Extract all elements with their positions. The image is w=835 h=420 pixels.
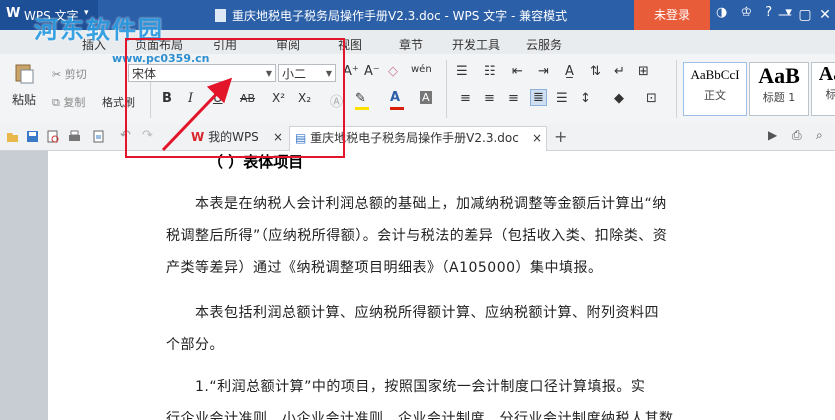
search-icon[interactable]: ⌕ xyxy=(816,128,829,142)
minimize-icon[interactable]: — xyxy=(775,0,795,30)
bullets-icon[interactable]: ☰ xyxy=(456,64,468,79)
separator xyxy=(676,60,677,118)
paragraph-line: 本表是在纳税人会计利润总额的基础上，加减纳税调整等金额后计算出“纳 xyxy=(166,196,667,212)
style-label: 正文 xyxy=(704,89,726,102)
style-sample: AaBbCcI xyxy=(690,67,740,82)
align-left-icon[interactable]: ≡ xyxy=(460,91,471,106)
chinese-layout-icon[interactable]: A̲ xyxy=(565,64,574,79)
paragraph-line: 个部分。 xyxy=(166,337,224,353)
style-sample: Aa xyxy=(818,63,835,85)
style-heading-2[interactable]: Aa 标 xyxy=(811,62,835,116)
menu-developer[interactable]: 开发工具 xyxy=(452,36,500,53)
scissors-icon: ✂ xyxy=(52,68,65,81)
paste-button[interactable]: 粘贴 xyxy=(6,62,42,108)
copy-icon: ⧉ xyxy=(52,96,64,109)
paste-icon xyxy=(15,64,34,84)
wps-logo-icon: W xyxy=(6,6,21,21)
table-icon[interactable]: ⊞ xyxy=(638,64,649,79)
highlight-color-bar xyxy=(355,107,369,110)
separator xyxy=(446,60,447,118)
export-pdf-icon[interactable] xyxy=(92,130,105,143)
paragraph-line: 本表包括利润总额计算、应纳税所得额计算、应纳税额计算、附列资料四 xyxy=(166,305,659,321)
paragraph-1: 本表是在纳税人会计利润总额的基础上，加减纳税调整等金额后计算出“纳 税调整后所得… xyxy=(166,188,736,284)
close-icon[interactable]: ✕ xyxy=(815,0,835,30)
shrink-font-icon[interactable]: A⁻ xyxy=(364,64,380,79)
wps-writer-window: W WPS 文字 ▾ 重庆地税电子税务局操作手册V2.3.doc - WPS 文… xyxy=(0,0,835,420)
distribute-icon[interactable]: ☰ xyxy=(556,91,568,106)
char-shading-button[interactable]: A xyxy=(420,91,432,104)
font-color-bar xyxy=(390,107,404,110)
paragraph-shading-icon[interactable]: ◆ xyxy=(614,91,624,106)
line-spacing-icon[interactable]: ↕ xyxy=(580,91,591,106)
login-button[interactable]: 未登录 xyxy=(634,0,710,30)
grow-font-icon[interactable]: A⁺ xyxy=(343,64,359,79)
numbering-icon[interactable]: ☷ xyxy=(484,64,496,79)
phonetic-guide-icon[interactable]: wén xyxy=(411,64,432,75)
style-heading-1[interactable]: AaB 标题 1 xyxy=(749,62,809,116)
highlight-button[interactable]: ✎ xyxy=(355,91,369,110)
document-map-icon[interactable]: ▶ xyxy=(768,128,781,142)
style-normal[interactable]: AaBbCcI 正文 xyxy=(683,62,747,116)
paragraph-line: 行企业会计准则、小企业会计准则、企业会计制度、分行业会计制度纳税人其数 xyxy=(166,411,674,420)
annotation-highlight-box xyxy=(125,38,345,158)
save-icon[interactable] xyxy=(26,130,39,143)
new-tab-button[interactable]: + xyxy=(554,126,567,150)
style-label: 标题 1 xyxy=(762,91,796,104)
print-preview-icon[interactable] xyxy=(46,130,59,143)
shirt-icon[interactable]: ♔ xyxy=(740,5,752,20)
print-icon[interactable] xyxy=(68,130,81,143)
menu-chapter[interactable]: 章节 xyxy=(399,36,423,53)
window-title-text: 重庆地税电子税务局操作手册V2.3.doc - WPS 文字 - 兼容模式 xyxy=(232,9,568,23)
paragraph-2: 本表包括利润总额计算、应纳税所得额计算、应纳税额计算、附列资料四 个部分。 xyxy=(166,297,736,361)
font-color-button[interactable]: A xyxy=(390,90,404,110)
share-icon[interactable]: ⎙ xyxy=(792,128,805,142)
copy-button[interactable]: ⧉ 复制 xyxy=(52,94,85,110)
align-center-icon[interactable]: ≡ xyxy=(484,91,495,106)
document-icon xyxy=(215,9,226,22)
highlighter-icon: ✎ xyxy=(355,91,366,106)
sort-icon[interactable]: ⇅ xyxy=(590,64,601,79)
window-title: 重庆地税电子税务局操作手册V2.3.doc - WPS 文字 - 兼容模式 xyxy=(215,7,567,24)
paragraph-line: 税调整后所得”（应纳税所得额）。会计与税法的差异（包括收入类、扣除类、资 xyxy=(166,228,668,244)
cut-button[interactable]: ✂ 剪切 xyxy=(52,66,87,82)
menu-cloud[interactable]: 云服务 xyxy=(526,36,562,53)
align-right-icon[interactable]: ≡ xyxy=(508,91,519,106)
paragraph-line: 产类等差异）通过《纳税调整项目明细表》（A105000）集中填报。 xyxy=(166,260,603,276)
decrease-indent-icon[interactable]: ⇤ xyxy=(512,64,523,79)
clear-format-icon[interactable]: ◇ xyxy=(388,64,398,79)
skin-icon[interactable]: ◑ xyxy=(716,5,727,20)
close-icon[interactable]: × xyxy=(532,127,542,149)
help-label: ? xyxy=(765,5,773,20)
style-sample: AaB xyxy=(758,63,800,88)
show-marks-icon[interactable]: ↵ xyxy=(614,64,625,79)
open-folder-icon[interactable] xyxy=(6,130,19,143)
cut-label: 剪切 xyxy=(64,68,87,81)
paste-label: 粘贴 xyxy=(11,93,36,107)
font-color-label: A xyxy=(390,90,401,105)
increase-indent-icon[interactable]: ⇥ xyxy=(538,64,549,79)
justify-icon[interactable]: ≣ xyxy=(530,89,547,106)
style-label: 标 xyxy=(825,88,835,101)
paragraph-3: 1.“利润总额计算”中的项目，按照国家统一会计制度口径计算填报。实 行企业会计准… xyxy=(166,371,736,420)
paragraph-line: 1.“利润总额计算”中的项目，按照国家统一会计制度口径计算填报。实 xyxy=(166,379,646,395)
copy-label: 复制 xyxy=(63,96,86,109)
borders-icon[interactable]: ⊡ xyxy=(646,91,657,106)
restore-icon[interactable]: ▢ xyxy=(795,0,815,30)
